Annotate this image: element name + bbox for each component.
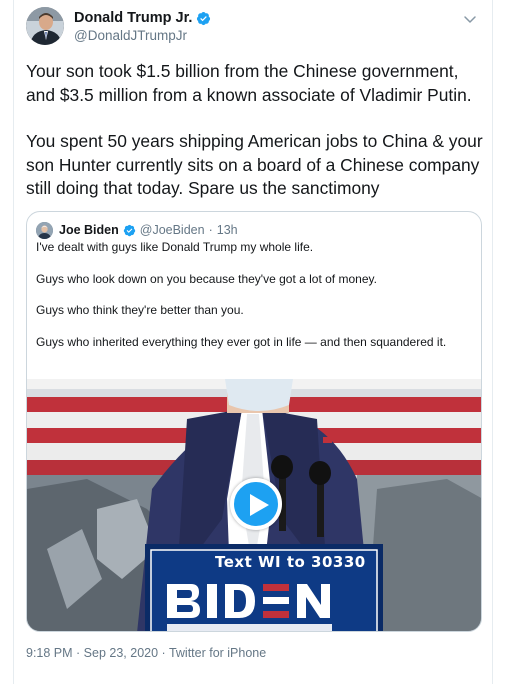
tweet-source[interactable]: Twitter for iPhone — [169, 646, 266, 660]
meta-separator: · — [72, 646, 84, 660]
quoted-paragraph: Guys who think they're better than you. — [36, 303, 244, 317]
quoted-avatar — [36, 221, 53, 239]
quoted-avatar-photo — [36, 221, 53, 239]
quoted-timestamp[interactable]: 13h — [217, 223, 238, 237]
quoted-paragraph: Guys who look down on you because they'v… — [36, 271, 377, 286]
video-thumbnail[interactable] — [27, 379, 481, 631]
avatar-photo — [26, 7, 64, 45]
quoted-separator: · — [208, 223, 213, 237]
tweet-header: Donald Trump Jr. @DonaldJTrumpJr — [26, 7, 480, 47]
play-button[interactable] — [230, 478, 282, 530]
author-name[interactable]: Donald Trump Jr. — [74, 10, 192, 26]
tweet-card: Donald Trump Jr. @DonaldJTrumpJr Your so… — [13, 0, 493, 684]
tweet-meta: 9:18 PM · Sep 23, 2020 · Twitter for iPh… — [26, 646, 266, 660]
author-handle[interactable]: @DonaldJTrumpJr — [74, 28, 211, 43]
tweet-date[interactable]: Sep 23, 2020 — [84, 646, 158, 660]
author-block: Donald Trump Jr. @DonaldJTrumpJr — [74, 10, 211, 43]
quoted-author-handle[interactable]: @JoeBiden — [140, 223, 205, 237]
verified-badge-icon — [197, 11, 211, 25]
podium-sign-text: Text WI to 30330 — [215, 553, 366, 571]
quoted-tweet-header: Joe Biden @JoeBiden · 13h — [36, 221, 238, 239]
tweet-paragraph: Your son took $1.5 billion from the Chin… — [26, 61, 472, 105]
tweet-paragraph: You spent 50 years shipping American job… — [26, 131, 483, 198]
quoted-author-name[interactable]: Joe Biden — [59, 223, 119, 237]
play-icon — [250, 494, 269, 516]
tweet-text: Your son took $1.5 billion from the Chin… — [26, 60, 486, 201]
tweet-time[interactable]: 9:18 PM — [26, 646, 73, 660]
avatar[interactable] — [26, 7, 64, 45]
quoted-tweet-text: I've dealt with guys like Donald Trump m… — [36, 240, 472, 350]
verified-badge-icon — [123, 224, 135, 236]
quoted-paragraph: I've dealt with guys like Donald Trump m… — [36, 240, 314, 254]
meta-separator: · — [158, 646, 169, 660]
quoted-paragraph: Guys who inherited everything they ever … — [36, 334, 447, 349]
chevron-down-icon[interactable] — [462, 11, 478, 27]
